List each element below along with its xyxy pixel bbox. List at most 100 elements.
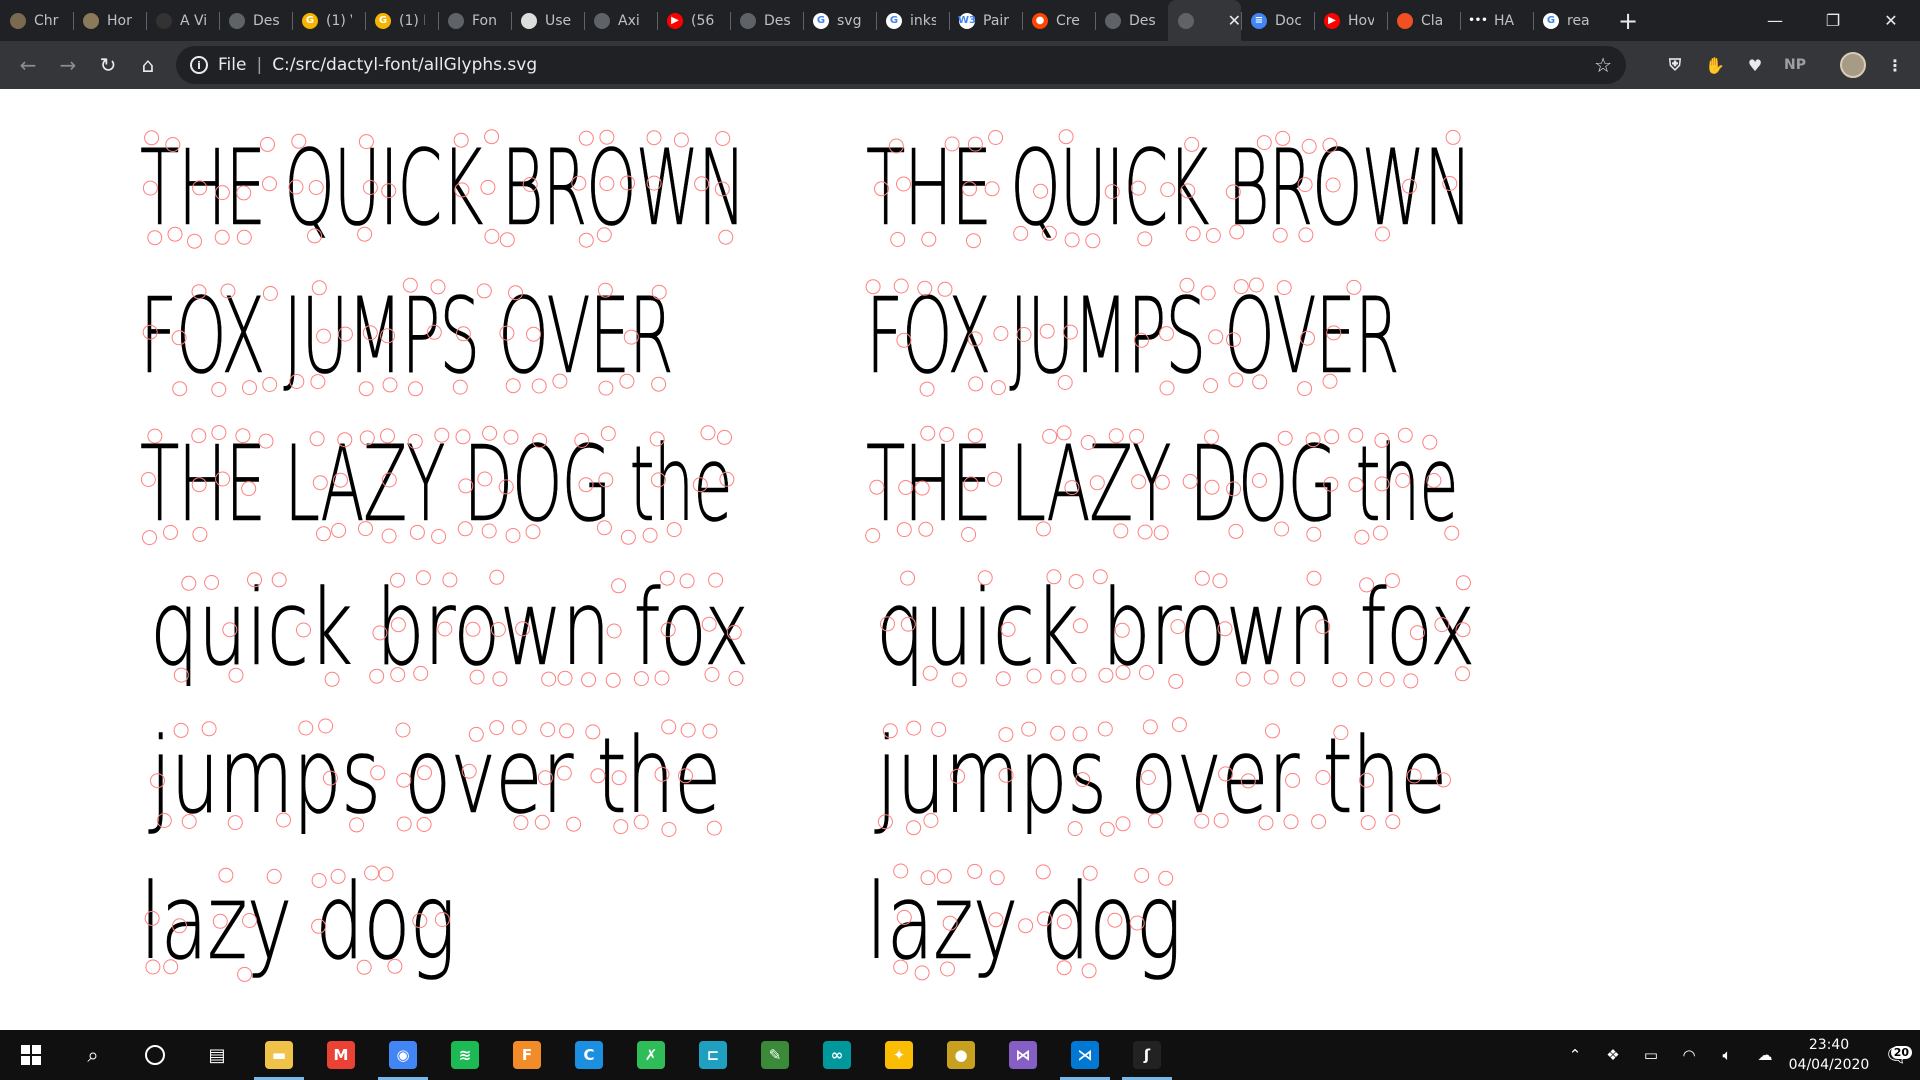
browser-tab[interactable]: Grea <box>1533 0 1606 41</box>
browser-tab[interactable]: Des <box>730 0 803 41</box>
windows-taskbar: ⌕ ▤ ▬ M ◉ ≋ F C ✗ ⊏ ✎ ∞ ✦ ● ⋈ ⋊ ʃ ⌃ ❖ ▭ ◠ 🔈︎ ☁ 23:40 0… <box>0 1030 1920 1080</box>
start-button[interactable] <box>0 1030 62 1080</box>
taskbar-app-keep[interactable]: ✦ <box>868 1030 930 1080</box>
taskbar-app-visual-studio[interactable]: ⋈ <box>992 1030 1054 1080</box>
search-icon[interactable]: ⌕ <box>62 1030 124 1080</box>
np-extension-icon[interactable]: NP <box>1780 50 1810 80</box>
taskbar-app-gmail[interactable]: M <box>310 1030 372 1080</box>
minimize-button[interactable]: — <box>1746 0 1804 41</box>
browser-tab[interactable]: A Vi <box>146 0 219 41</box>
g-favicon-icon: G <box>375 12 391 29</box>
action-center-button[interactable]: 🗨︎ 20 <box>1874 1043 1920 1067</box>
close-tab-icon[interactable]: ✕ <box>1228 11 1241 30</box>
tab-title: Des <box>1129 12 1155 29</box>
taskbar-app-git-tool[interactable]: ✗ <box>620 1030 682 1080</box>
info-icon[interactable]: i <box>190 56 208 74</box>
url-text[interactable]: C:/src/dactyl-font/allGlyphs.svg <box>272 55 537 75</box>
address-bar[interactable]: i File | C:/src/dactyl-font/allGlyphs.sv… <box>176 46 1626 84</box>
task-view-icon[interactable]: ▤ <box>186 1030 248 1080</box>
taskbar-app-spotify[interactable]: ≋ <box>434 1030 496 1080</box>
browser-tab[interactable]: Des <box>1095 0 1168 41</box>
google-favicon-icon: G <box>886 12 902 29</box>
browser-tab[interactable]: ▶ Hov <box>1314 0 1387 41</box>
globe-favicon-icon <box>229 12 245 29</box>
volume-icon[interactable]: 🔈︎ <box>1708 1046 1746 1064</box>
lightbulb-icon: ✦ <box>885 1041 913 1069</box>
globe-favicon-icon <box>740 12 756 29</box>
taskbar-app-globe-app[interactable]: ● <box>930 1030 992 1080</box>
close-window-button[interactable]: ✕ <box>1862 0 1920 41</box>
browser-tab[interactable]: G (1) E <box>365 0 438 41</box>
clock-date: 04/04/2020 <box>1788 1057 1870 1073</box>
browser-tab[interactable]: ••• HA <box>1460 0 1533 41</box>
cortana-icon[interactable] <box>124 1030 186 1080</box>
tab-title: (1) V <box>326 12 352 29</box>
cortana-ring <box>145 1045 165 1065</box>
taskbar-app-chrome[interactable]: ◉ <box>372 1030 434 1080</box>
new-tab-button[interactable]: + <box>1606 0 1650 41</box>
url-scheme: File <box>218 55 247 75</box>
image-favicon-icon <box>10 12 26 29</box>
taskbar-app-file-explorer[interactable]: ▬ <box>248 1030 310 1080</box>
onedrive-icon[interactable]: ☁ <box>1746 1046 1784 1064</box>
ccleaner-icon: C <box>575 1041 603 1069</box>
tab-title: Chr <box>34 12 59 29</box>
google-favicon-icon: G <box>813 12 829 29</box>
arduino-icon: ∞ <box>823 1041 851 1069</box>
browser-tab[interactable]: ≡ Doc <box>1241 0 1314 41</box>
image-favicon-icon <box>83 12 99 29</box>
paint-icon: ✎ <box>761 1041 789 1069</box>
dropbox-icon[interactable]: ❖ <box>1594 1046 1632 1064</box>
menu-kebab-icon[interactable]: ⋮ <box>1880 50 1910 80</box>
taskbar-clock[interactable]: 23:40 04/04/2020 <box>1784 1035 1874 1075</box>
browser-tab[interactable]: Des <box>219 0 292 41</box>
taskbar-app-inkscape-like[interactable]: ʃ <box>1116 1030 1178 1080</box>
chevron-up-icon[interactable]: ⌃ <box>1556 1046 1594 1064</box>
profile-avatar[interactable] <box>1838 50 1868 80</box>
glyph-line: THE LAZY DOG the <box>866 423 1459 546</box>
forward-arrow-icon[interactable]: → <box>48 45 88 85</box>
browser-tab[interactable]: ● Cre <box>1022 0 1095 41</box>
browser-tab[interactable]: Chr <box>0 0 73 41</box>
w3schools-favicon-icon: W3 <box>958 12 976 29</box>
glyph-line: jumps over the <box>150 715 722 838</box>
taskbar-app-vscode[interactable]: ⋊ <box>1054 1030 1116 1080</box>
browser-tab[interactable]: Cla <box>1387 0 1460 41</box>
wifi-icon[interactable]: ◠ <box>1670 1046 1708 1064</box>
browser-tab[interactable]: ✕ <box>1168 0 1241 41</box>
tab-list: Chr Hor A Vi Des G (1) V G (1) E Fon Use Axi ▶ (56 De… <box>0 0 1606 41</box>
reload-icon[interactable]: ↻ <box>88 45 128 85</box>
g-favicon-icon: G <box>302 12 318 29</box>
page-viewport: THE QUICK BROWN FOX JUMPS OVER THE LAZY … <box>0 89 1920 1030</box>
adblock-extension-icon[interactable]: ✋ <box>1700 50 1730 80</box>
taskbar-app-paint-tool[interactable]: ✎ <box>744 1030 806 1080</box>
tab-title: Axi <box>618 12 640 29</box>
taskbar-app-terminal[interactable]: ⊏ <box>682 1030 744 1080</box>
globe-favicon-icon <box>1178 12 1194 29</box>
heart-extension-icon[interactable]: ♥ <box>1740 50 1770 80</box>
browser-tab[interactable]: G (1) V <box>292 0 365 41</box>
restore-button[interactable]: ❐ <box>1804 0 1862 41</box>
home-icon[interactable]: ⌂ <box>128 45 168 85</box>
microsoft-favicon-icon <box>1397 12 1413 29</box>
browser-tab[interactable]: Fon <box>438 0 511 41</box>
qr-favicon-icon <box>521 12 537 29</box>
browser-tab[interactable]: ▶ (56 <box>657 0 730 41</box>
browser-toolbar: ← → ↻ ⌂ i File | C:/src/dactyl-font/allG… <box>0 41 1920 89</box>
taskbar-app-arduino[interactable]: ∞ <box>806 1030 868 1080</box>
tab-title: rea <box>1567 12 1590 29</box>
browser-tab[interactable]: Gsvg <box>803 0 876 41</box>
taskbar-app-fusion[interactable]: F <box>496 1030 558 1080</box>
taskbar-app-ccleaner[interactable]: C <box>558 1030 620 1080</box>
battery-icon[interactable]: ▭ <box>1632 1046 1670 1064</box>
shield-extension-icon[interactable]: ⛨ <box>1660 50 1690 80</box>
url-separator: | <box>256 55 263 75</box>
browser-tab[interactable]: Use <box>511 0 584 41</box>
back-arrow-icon[interactable]: ← <box>8 45 48 85</box>
browser-tab[interactable]: Axi <box>584 0 657 41</box>
browser-tab[interactable]: W3 Pair <box>949 0 1022 41</box>
browser-tab[interactable]: Hor <box>73 0 146 41</box>
browser-tab[interactable]: Ginks <box>876 0 949 41</box>
bookmark-star-icon[interactable]: ☆ <box>1594 53 1612 77</box>
glyph-line: THE LAZY DOG the <box>140 423 733 546</box>
